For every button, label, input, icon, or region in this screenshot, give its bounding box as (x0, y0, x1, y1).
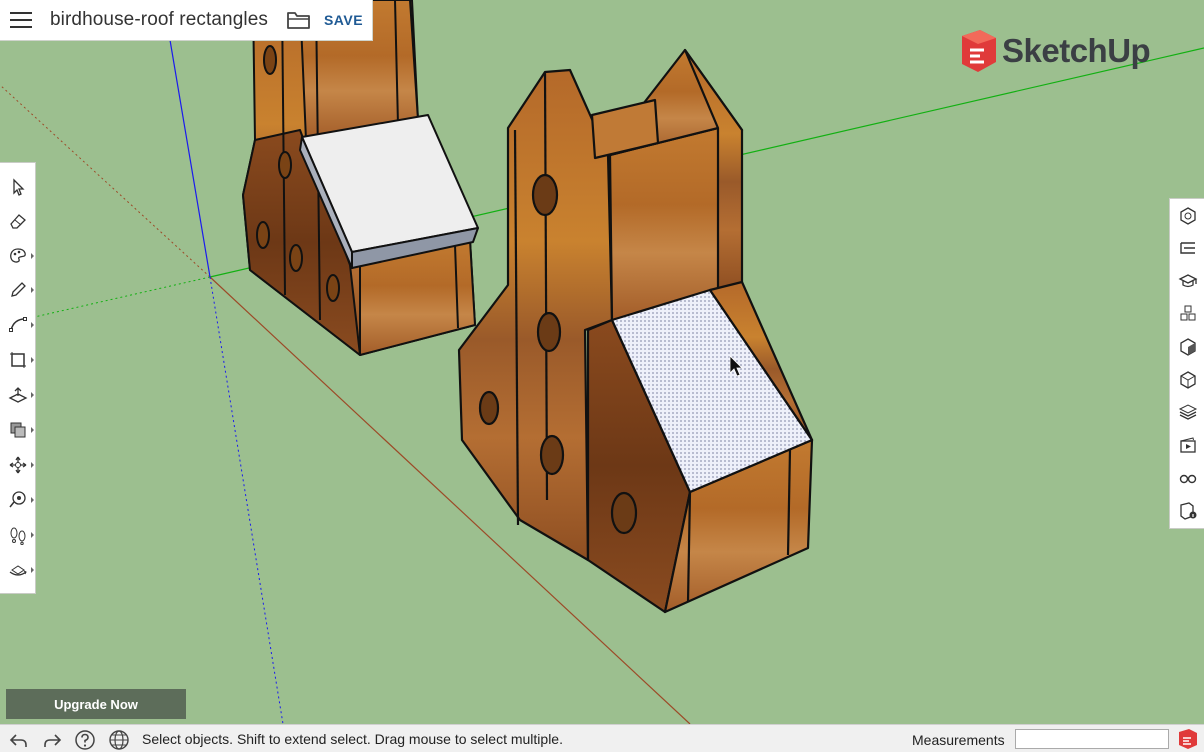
status-bar: Select objects. Shift to extend select. … (0, 724, 1204, 752)
3d-viewport[interactable] (0, 0, 1204, 724)
help-icon[interactable] (74, 729, 96, 751)
outliner-icon (1179, 242, 1195, 254)
undo-icon[interactable] (8, 729, 30, 751)
arc-icon (9, 317, 27, 332)
rectangle-tool-button[interactable] (0, 344, 36, 376)
tape-measure-icon (9, 491, 26, 508)
move-tool-button[interactable] (0, 449, 36, 481)
sketchup-app-icon[interactable] (1177, 728, 1199, 750)
outliner-button[interactable] (1170, 234, 1204, 264)
redo-icon[interactable] (41, 729, 63, 751)
display-button[interactable] (1170, 463, 1204, 493)
styles-icon (1179, 371, 1196, 389)
materials-cube-icon (1179, 338, 1196, 356)
folder-icon[interactable] (286, 9, 312, 31)
sketchup-logo-icon (962, 30, 996, 72)
model-info-icon (1179, 502, 1196, 520)
blue-axis-solid (169, 39, 211, 278)
hamburger-menu-icon[interactable] (10, 12, 32, 28)
back-birdhouse[interactable] (242, 0, 479, 356)
layers-button[interactable] (1170, 397, 1204, 427)
status-message: Select objects. Shift to extend select. … (142, 731, 563, 747)
entity-info-button[interactable] (1170, 201, 1204, 231)
orbit-tool-button[interactable] (0, 554, 36, 586)
entity-info-icon (1179, 207, 1196, 225)
sketchup-logo: SketchUp (958, 30, 1151, 72)
line-tool-button[interactable] (0, 274, 36, 306)
left-toolbar (0, 162, 36, 594)
instructor-button[interactable] (1170, 266, 1204, 296)
paint-palette-icon (10, 248, 26, 263)
measurements-label: Measurements (912, 732, 1005, 748)
scenes-icon (1179, 437, 1196, 453)
rectangle-icon (10, 352, 26, 368)
offset-icon (10, 422, 26, 438)
footprints-icon (10, 527, 26, 545)
push-pull-icon (8, 387, 28, 403)
graduation-cap-icon (1178, 274, 1197, 288)
blue-axis-dotted (209, 276, 284, 724)
pencil-icon (11, 282, 26, 297)
orbit-icon (9, 565, 27, 576)
push-pull-tool-button[interactable] (0, 379, 36, 411)
components-button[interactable] (1170, 299, 1204, 329)
measurements-input[interactable] (1015, 729, 1169, 749)
eraser-icon (10, 214, 26, 229)
select-tool-button[interactable] (0, 171, 36, 203)
save-button[interactable]: SAVE (324, 12, 363, 28)
layers-icon (1178, 404, 1197, 420)
walk-tool-button[interactable] (0, 519, 36, 551)
arrow-cursor-icon (13, 178, 25, 196)
globe-icon[interactable] (108, 729, 130, 751)
styles-button[interactable] (1170, 365, 1204, 395)
model-info-button[interactable] (1170, 496, 1204, 526)
right-toolbar (1169, 198, 1204, 529)
tape-measure-tool-button[interactable] (0, 484, 36, 516)
sketchup-logo-text: SketchUp (1002, 32, 1151, 69)
materials-button[interactable] (1170, 332, 1204, 362)
arc-tool-button[interactable] (0, 309, 36, 341)
offset-tool-button[interactable] (0, 414, 36, 446)
move-icon (9, 456, 27, 474)
model-scene[interactable] (0, 0, 1204, 724)
green-axis-dotted (29, 276, 211, 319)
front-birdhouse[interactable] (457, 48, 814, 614)
file-title[interactable]: birdhouse-roof rectangles (50, 9, 268, 31)
components-icon (1180, 305, 1195, 321)
glasses-icon (1179, 474, 1196, 484)
paint-bucket-tool-button[interactable] (0, 240, 36, 272)
upgrade-now-button[interactable]: Upgrade Now (6, 689, 186, 719)
scenes-button[interactable] (1170, 430, 1204, 460)
file-bar: birdhouse-roof rectangles SAVE (0, 0, 373, 41)
eraser-tool-button[interactable] (0, 205, 36, 237)
